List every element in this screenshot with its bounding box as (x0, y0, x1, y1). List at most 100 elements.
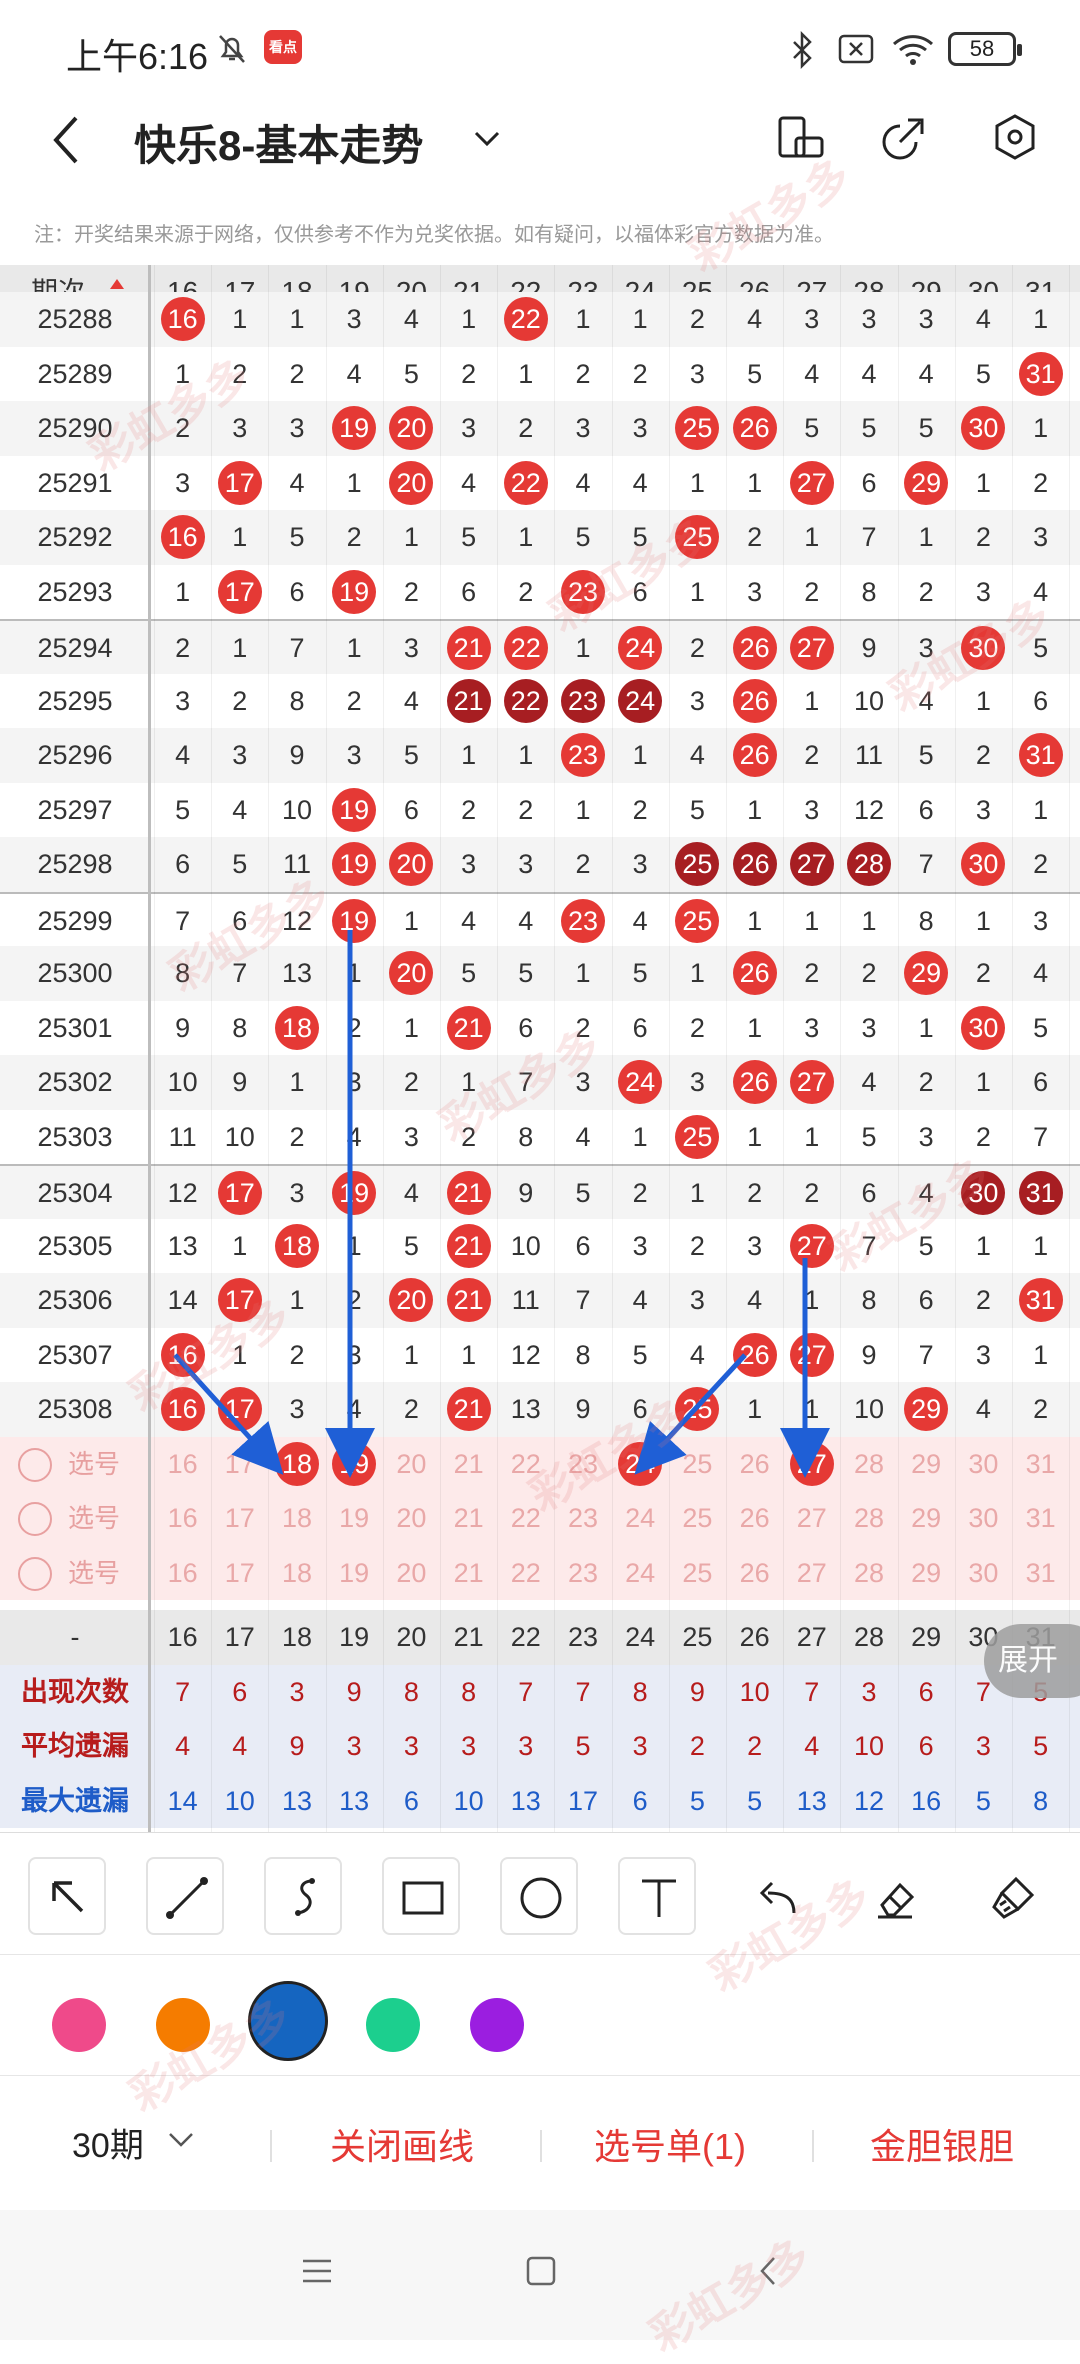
table-cell[interactable]: 22 (497, 1437, 554, 1492)
table-cell[interactable]: 20 (383, 1491, 440, 1546)
home-icon[interactable] (524, 2254, 558, 2288)
rotate-screen-icon[interactable] (776, 112, 826, 162)
back-icon[interactable] (752, 2254, 786, 2288)
table-cell: 2 (289, 1339, 305, 1370)
table-cell: 1 (175, 576, 191, 607)
table-cell: 1 (747, 1121, 763, 1152)
table-cell: 4 (975, 304, 991, 334)
table-cell[interactable]: 23 (554, 1437, 611, 1492)
table-cell[interactable]: 28 (840, 1546, 897, 1601)
table-cell[interactable]: 26 (726, 1437, 783, 1492)
table-cell[interactable]: 25 (669, 1437, 726, 1492)
number-ball: 30 (961, 626, 1006, 671)
table-cell: 1 (804, 905, 820, 936)
number-ball: 19 (332, 842, 377, 887)
table-cell[interactable]: 20 (383, 1437, 440, 1492)
table-cell: 5 (403, 358, 419, 389)
table-cell[interactable]: 30 (955, 1437, 1012, 1492)
table-cell: 6 (403, 1785, 419, 1816)
table-cell[interactable]: 25 (669, 1546, 726, 1601)
chevron-down-icon[interactable] (472, 124, 502, 154)
table-cell: 10 (224, 1785, 255, 1816)
table-cell[interactable]: 21 (440, 1491, 497, 1546)
color-orange[interactable] (156, 1998, 210, 2052)
rectangle-icon[interactable] (382, 1857, 460, 1935)
circle-icon[interactable] (500, 1857, 578, 1935)
table-cell[interactable]: 19 (326, 1546, 383, 1601)
table-cell[interactable]: 25 (669, 1491, 726, 1546)
share-icon[interactable] (880, 112, 930, 162)
table-cell: 31 (1012, 1166, 1069, 1221)
table-cell[interactable]: 18 (268, 1491, 325, 1546)
eraser-icon[interactable] (854, 1857, 932, 1935)
issue-number: 25305 (37, 1230, 113, 1261)
table-cell[interactable]: 18 (268, 1437, 325, 1492)
menu-icon[interactable] (300, 2254, 334, 2288)
expand-button[interactable]: 展开 (984, 1624, 1080, 1698)
table-cell[interactable]: 20 (383, 1546, 440, 1601)
table-cell[interactable]: 19 (326, 1437, 383, 1492)
table-cell[interactable]: 23 (554, 1546, 611, 1601)
table-cell[interactable]: 27 (783, 1491, 840, 1546)
table-cell[interactable]: 31 (1012, 1491, 1069, 1546)
number-ball: 17 (217, 460, 262, 505)
clear-icon[interactable] (972, 1857, 1050, 1935)
gold-silver-button[interactable]: 金胆银胆 (870, 2118, 1014, 2170)
pick-radio[interactable] (18, 1502, 52, 1536)
table-cell[interactable]: 22 (497, 1546, 554, 1601)
settings-icon[interactable] (990, 112, 1040, 162)
table-row: 25295 3 2 8 2 4 21 22 23 24 3 26 1 10 4 1 6 (0, 673, 1080, 728)
pick-list-button[interactable]: 选号单(1) (594, 2118, 746, 2170)
table-cell[interactable]: 28 (840, 1491, 897, 1546)
table-cell[interactable]: 31 (1012, 1437, 1069, 1492)
close-lines-button[interactable]: 关闭画线 (330, 2118, 474, 2170)
color-purple[interactable] (470, 1998, 524, 2052)
table-cell[interactable]: 27 (783, 1437, 840, 1492)
table-cell[interactable]: 17 (211, 1546, 268, 1601)
freehand-icon[interactable] (264, 1857, 342, 1935)
table-cell: 10 (853, 1731, 884, 1761)
number-ball: 26 (732, 406, 777, 451)
table-cell[interactable]: 17 (211, 1491, 268, 1546)
table-cell[interactable]: 16 (154, 1437, 211, 1492)
line-icon[interactable] (146, 1857, 224, 1935)
back-arrow-icon[interactable] (46, 110, 86, 170)
table-cell[interactable]: 23 (554, 1491, 611, 1546)
table-cell[interactable]: 22 (497, 1491, 554, 1546)
table-cell: 27 (783, 1328, 840, 1383)
period-select[interactable]: 30期 (72, 2118, 144, 2167)
table-cell[interactable]: 24 (612, 1491, 669, 1546)
select-arrow-icon[interactable] (28, 1857, 106, 1935)
pick-radio[interactable] (18, 1556, 52, 1591)
table-cell[interactable]: 30 (955, 1546, 1012, 1601)
table-cell[interactable]: 28 (840, 1437, 897, 1492)
table-cell[interactable]: 29 (898, 1491, 955, 1546)
table-cell[interactable]: 30 (955, 1491, 1012, 1546)
table-cell[interactable]: 16 (154, 1491, 211, 1546)
table-cell[interactable]: 21 (440, 1546, 497, 1601)
table-cell[interactable]: 19 (326, 1491, 383, 1546)
table-cell[interactable]: 31 (1012, 1546, 1069, 1601)
table-cell[interactable]: 16 (154, 1546, 211, 1601)
table-cell[interactable]: 24 (612, 1437, 669, 1492)
table-cell[interactable]: 26 (726, 1546, 783, 1601)
color-blue-selected[interactable] (248, 1981, 328, 2061)
table-cell[interactable]: 26 (726, 1491, 783, 1546)
table-cell[interactable]: 17 (211, 1437, 268, 1492)
table-cell: 22 (497, 456, 554, 511)
table-cell: 1 (461, 304, 477, 334)
table-cell[interactable]: 18 (268, 1546, 325, 1601)
pick-radio[interactable] (18, 1447, 52, 1482)
table-cell: 5 (975, 358, 991, 389)
chevron-down-icon[interactable] (166, 2128, 196, 2152)
issue-number: 25300 (37, 958, 113, 988)
table-cell[interactable]: 21 (440, 1437, 497, 1492)
table-cell[interactable]: 29 (898, 1546, 955, 1601)
table-cell[interactable]: 27 (783, 1546, 840, 1601)
table-cell[interactable]: 29 (898, 1437, 955, 1492)
text-icon[interactable] (618, 1857, 696, 1935)
table-cell[interactable]: 24 (612, 1546, 669, 1601)
color-pink[interactable] (52, 1998, 106, 2052)
color-green[interactable] (366, 1998, 420, 2052)
undo-icon[interactable] (736, 1857, 814, 1935)
